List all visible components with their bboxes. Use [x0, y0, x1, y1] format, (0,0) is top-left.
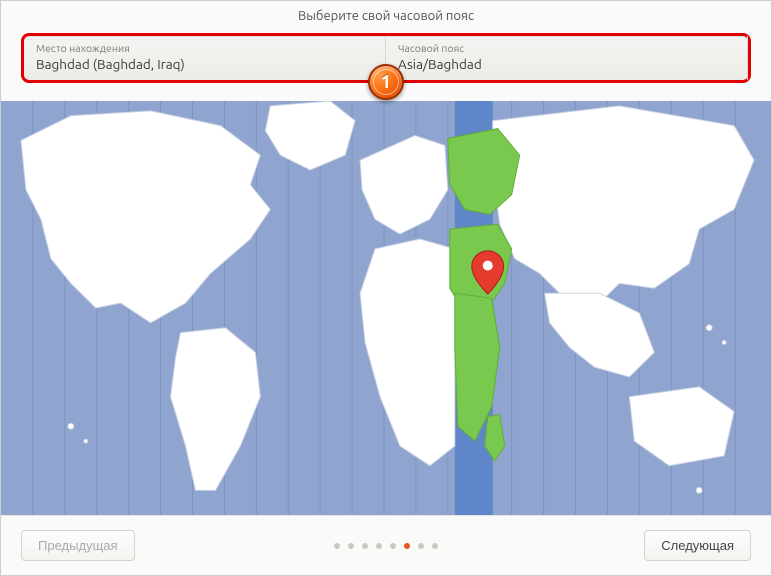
- location-value: Baghdad (Baghdad, Iraq): [36, 56, 373, 72]
- callout-number: 1: [381, 72, 391, 92]
- step-dot[interactable]: [418, 543, 424, 549]
- step-dot[interactable]: [432, 543, 438, 549]
- step-dot[interactable]: [362, 543, 368, 549]
- prev-button[interactable]: Предыдущая: [21, 530, 135, 561]
- timezone-fields-highlight: Место нахождения Baghdad (Baghdad, Iraq)…: [21, 33, 751, 83]
- next-button[interactable]: Следующая: [644, 530, 751, 561]
- timezone-field[interactable]: Часовой пояс Asia/Baghdad: [386, 36, 748, 80]
- page-title: Выберите свой часовой пояс: [1, 1, 771, 31]
- step-dot[interactable]: [334, 543, 340, 549]
- step-dot[interactable]: [404, 543, 410, 549]
- next-button-label: Следующая: [661, 538, 734, 553]
- step-dot[interactable]: [376, 543, 382, 549]
- page-title-text: Выберите свой часовой пояс: [298, 9, 474, 23]
- timezone-label: Часовой пояс: [398, 42, 735, 54]
- step-dots: [334, 543, 438, 549]
- step-dot[interactable]: [390, 543, 396, 549]
- callout-badge-1: 1: [368, 64, 404, 100]
- wizard-footer: Предыдущая Следующая: [1, 515, 771, 575]
- step-dot[interactable]: [348, 543, 354, 549]
- location-label: Место нахождения: [36, 42, 373, 54]
- prev-button-label: Предыдущая: [38, 538, 118, 553]
- world-map-svg: [1, 101, 771, 515]
- timezone-value: Asia/Baghdad: [398, 56, 735, 72]
- timezone-step-window: Выберите свой часовой пояс Место нахожде…: [0, 0, 772, 576]
- world-map[interactable]: [1, 101, 771, 515]
- location-field[interactable]: Место нахождения Baghdad (Baghdad, Iraq): [24, 36, 386, 80]
